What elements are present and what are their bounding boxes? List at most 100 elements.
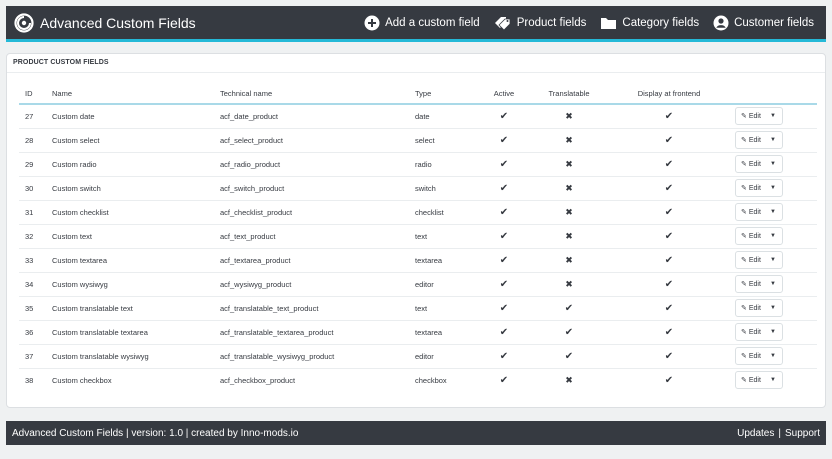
col-translatable: Translatable <box>529 84 609 105</box>
table-row: 27 Custom date acf_date_product date ✔ ✖ ✔ ✎ Edi… <box>19 104 817 129</box>
cross-icon: ✖ <box>565 134 573 145</box>
edit-button[interactable]: ✎ Edit <box>736 376 768 385</box>
edit-button-group: ✎ Edit ▼ <box>735 227 783 245</box>
table-row: 38 Custom checkbox acf_checkbox_product che… <box>19 368 817 392</box>
nav-add-custom-field[interactable]: Add a custom field <box>364 15 480 31</box>
user-circle-icon <box>713 15 729 31</box>
edit-button[interactable]: ✎ Edit <box>736 304 768 313</box>
active-cell: ✔ <box>479 224 529 249</box>
edit-button[interactable]: ✎ Edit <box>736 184 768 193</box>
translatable-cell: ✖ <box>529 272 609 297</box>
active-cell: ✔ <box>479 176 529 201</box>
pencil-icon: ✎ <box>741 233 747 240</box>
actions-cell: ✎ Edit ▼ <box>729 224 817 249</box>
edit-button[interactable]: ✎ Edit <box>736 232 768 241</box>
support-link[interactable]: Support <box>785 428 820 439</box>
technical-name-cell: acf_textarea_product <box>214 248 409 273</box>
table-body: 27 Custom date acf_date_product date ✔ ✖ ✔ ✎ Edi… <box>19 104 817 392</box>
active-cell: ✔ <box>479 320 529 345</box>
type-cell: checkbox <box>415 375 447 385</box>
nav-product-fields[interactable]: Product fields <box>494 15 587 31</box>
check-icon: ✔ <box>664 134 674 146</box>
technical-name-cell: acf_select_product <box>214 128 409 153</box>
caret-down-icon[interactable]: ▼ <box>768 353 782 359</box>
check-icon: ✔ <box>664 158 674 170</box>
type-cell: switch <box>409 176 479 201</box>
technical-name-cell: acf_date_product <box>214 104 409 129</box>
caret-down-icon[interactable]: ▼ <box>768 281 782 287</box>
table-row: 28 Custom select acf_select_product select ✔… <box>19 128 817 153</box>
caret-down-icon[interactable]: ▼ <box>768 113 782 119</box>
id-cell: 33 <box>19 248 46 273</box>
pencil-icon: ✎ <box>741 377 747 385</box>
pencil-icon: ✎ <box>741 281 747 288</box>
translatable-cell: ✖ <box>529 248 609 273</box>
active-cell: ✔ <box>479 104 529 129</box>
edit-label: Edit <box>748 376 761 384</box>
edit-button-group: ✎ Edit ▼ <box>735 299 783 317</box>
name-cell: Custom checklist <box>46 200 214 225</box>
id-cell: 32 <box>19 224 46 249</box>
translatable-cell: ✖ <box>529 200 609 225</box>
edit-button[interactable]: ✎ Edit <box>736 208 768 217</box>
technical-name-cell: acf_translatable_text_product <box>214 296 409 321</box>
edit-button[interactable]: ✎ Edit <box>736 112 768 121</box>
frontend-cell: ✔ <box>609 152 729 177</box>
check-icon: ✔ <box>664 182 674 194</box>
check-icon: ✔ <box>499 134 509 146</box>
actions-cell: ✎ Edit ▼ <box>729 344 817 369</box>
col-id: ID <box>19 84 46 105</box>
nav-label: Product fields <box>516 16 587 29</box>
active-cell: ✔ <box>479 344 529 369</box>
caret-down-icon[interactable]: ▼ <box>768 257 782 263</box>
caret-down-icon[interactable]: ▼ <box>768 185 782 191</box>
nav-label: Category fields <box>622 16 700 29</box>
frontend-cell: ✔ <box>609 200 729 225</box>
active-cell: ✔ <box>479 128 529 153</box>
check-icon: ✔ <box>664 374 674 386</box>
type-cell: date <box>409 104 479 129</box>
edit-button-group: ✎ Edit ▼ <box>735 275 783 293</box>
edit-button-group: ✎ Edit ▼ <box>735 131 783 149</box>
id-cell: 37 <box>19 344 46 369</box>
nav-category-fields[interactable]: Category fields <box>600 16 699 30</box>
caret-down-icon[interactable]: ▼ <box>768 305 782 311</box>
caret-down-icon[interactable]: ▼ <box>768 209 782 215</box>
translatable-cell: ✖ <box>529 368 609 392</box>
edit-label: Edit <box>748 160 761 168</box>
caret-down-icon[interactable]: ▼ <box>768 161 782 167</box>
table-header-row: ID Name Technical name Type Active Trans… <box>19 84 817 105</box>
col-type: Type <box>409 84 479 105</box>
updates-link[interactable]: Updates <box>737 428 774 439</box>
pencil-icon: ✎ <box>741 185 747 192</box>
edit-button-group: ✎ Edit ▼ <box>735 203 783 221</box>
caret-down-icon[interactable]: ▼ <box>768 329 782 335</box>
edit-button[interactable]: ✎ Edit <box>736 352 768 361</box>
name-cell: Custom translatable wysiwyg <box>46 344 214 369</box>
check-icon: ✔ <box>499 326 509 338</box>
edit-button[interactable]: ✎ Edit <box>736 256 768 265</box>
check-icon: ✔ <box>499 158 509 170</box>
edit-button[interactable]: ✎ Edit <box>736 328 768 337</box>
check-icon: ✔ <box>499 206 509 218</box>
edit-button[interactable]: ✎ Edit <box>736 136 768 145</box>
edit-button[interactable]: ✎ Edit <box>736 280 768 289</box>
actions-cell: ✎ Edit ▼ <box>729 368 817 392</box>
edit-label: Edit <box>748 184 761 192</box>
col-active: Active <box>479 84 529 105</box>
caret-down-icon[interactable]: ▼ <box>768 233 782 239</box>
name-cell: Custom switch <box>46 176 214 201</box>
caret-down-icon[interactable]: ▼ <box>768 137 782 143</box>
caret-down-icon[interactable]: ▼ <box>768 377 782 383</box>
edit-button[interactable]: ✎ Edit <box>736 160 768 169</box>
edit-label: Edit <box>748 280 761 288</box>
check-icon: ✔ <box>664 302 674 314</box>
type-cell: editor <box>409 344 479 369</box>
cross-icon: ✖ <box>565 278 573 289</box>
check-icon: ✔ <box>499 230 509 242</box>
nav-customer-fields[interactable]: Customer fields <box>713 15 814 31</box>
technical-name-cell: acf_switch_product <box>214 176 409 201</box>
translatable-cell: ✖ <box>529 104 609 129</box>
type-cell: radio <box>409 152 479 177</box>
col-name: Name <box>46 84 214 105</box>
